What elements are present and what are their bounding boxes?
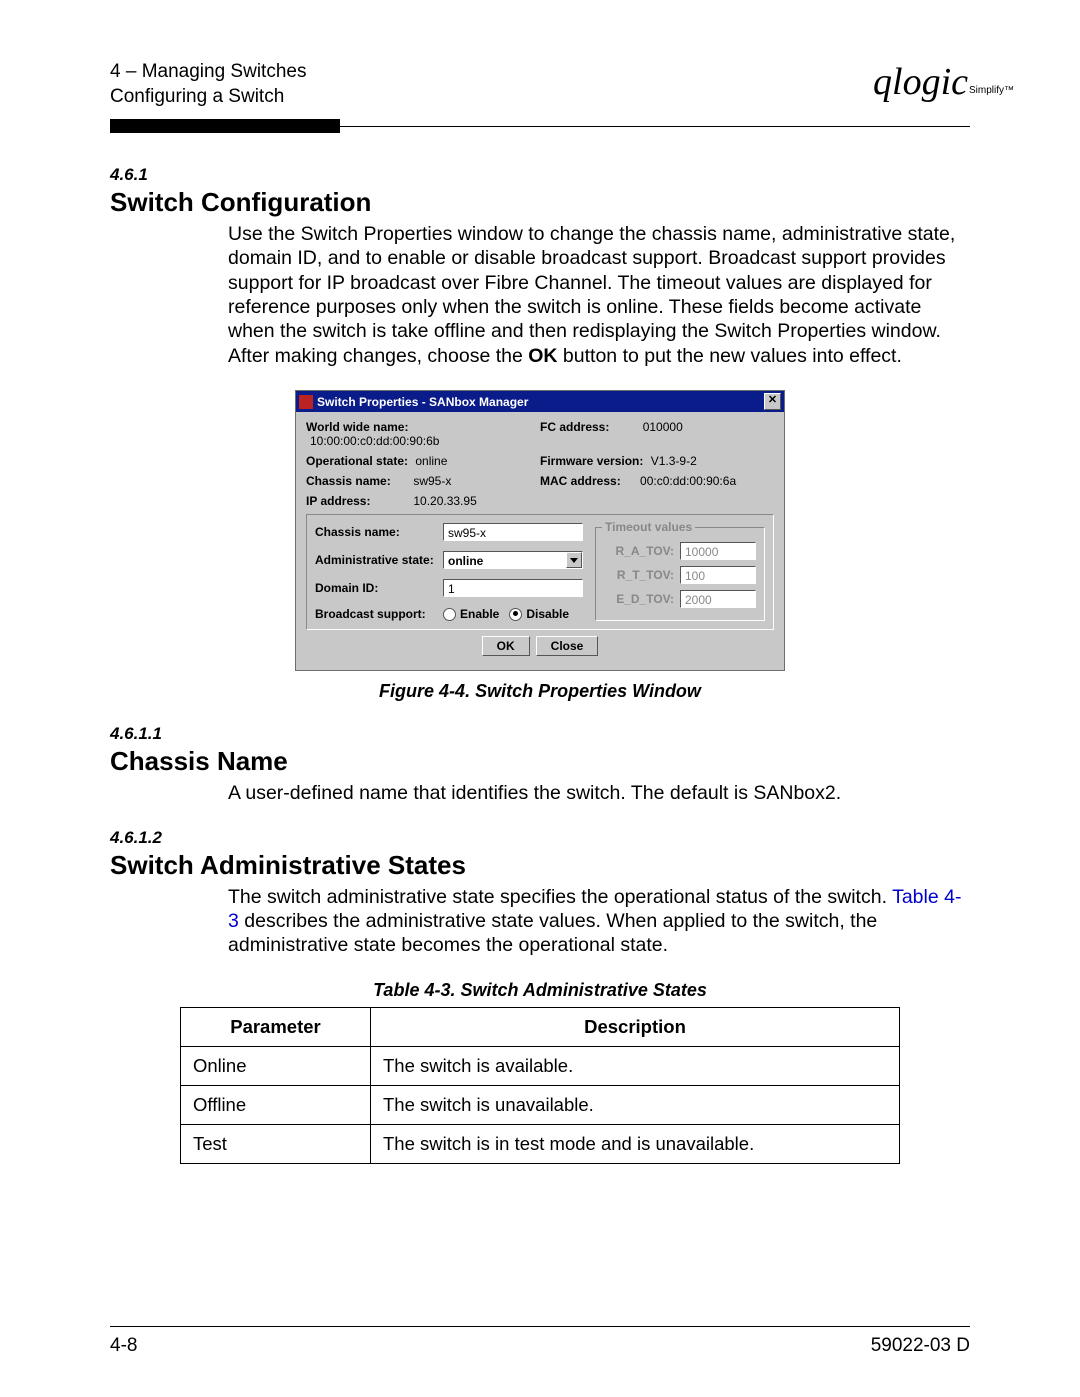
ok-button[interactable]: OK	[482, 636, 530, 656]
ed-tov-label: E_D_TOV:	[604, 592, 680, 606]
fc-value: 010000	[643, 420, 683, 434]
header-rule	[110, 126, 970, 127]
dialog-app-icon	[299, 395, 313, 409]
brand-logo: qlogic Simplify™	[873, 60, 970, 104]
bcast-enable-label: Enable	[460, 607, 499, 621]
header-line1: 4 – Managing Switches	[110, 60, 306, 85]
table-cell-desc: The switch is unavailable.	[371, 1085, 900, 1124]
form-admin-select[interactable]: online	[443, 551, 583, 569]
rt-tov-label: R_T_TOV:	[604, 568, 680, 582]
form-bcast-label: Broadcast support:	[315, 607, 443, 621]
bcast-disable-label: Disable	[526, 607, 569, 621]
chassis-value: sw95-x	[413, 474, 451, 488]
dialog-close-button[interactable]: ✕	[764, 393, 781, 410]
table-row: Online The switch is available.	[181, 1046, 900, 1085]
subsection1-number: 4.6.1.1	[110, 724, 970, 744]
section-para: Use the Switch Properties window to chan…	[228, 222, 970, 368]
fw-label: Firmware version:	[540, 454, 643, 468]
brand-logo-text: qlogic	[873, 61, 968, 103]
radio-icon	[443, 608, 456, 621]
form-panel: Chassis name: sw95-x Administrative stat…	[306, 514, 774, 630]
page-header: 4 – Managing Switches Configuring a Swit…	[110, 60, 970, 109]
table-cell-desc: The switch is in test mode and is unavai…	[371, 1124, 900, 1163]
form-chassis-label: Chassis name:	[315, 525, 443, 539]
timeout-legend: Timeout values	[602, 520, 695, 534]
form-domain-label: Domain ID:	[315, 581, 443, 595]
radio-selected-icon	[509, 608, 522, 621]
form-chassis-input[interactable]: sw95-x	[443, 523, 583, 541]
table-row: Offline The switch is unavailable.	[181, 1085, 900, 1124]
brand-logo-subtext: Simplify™	[969, 85, 1014, 96]
switch-properties-dialog: Switch Properties - SANbox Manager ✕ Wor…	[295, 390, 785, 671]
table-row: Test The switch is in test mode and is u…	[181, 1124, 900, 1163]
table-cell-param: Offline	[181, 1085, 371, 1124]
subsection2-text: The switch administrative state specifie…	[228, 885, 970, 958]
figure-caption: Figure 4-4. Switch Properties Window	[110, 681, 970, 702]
rt-tov-input[interactable]: 100	[680, 566, 756, 584]
section-para-b: button to put the new values into effect…	[558, 345, 902, 367]
subsection2-text-b: describes the administrative state value…	[228, 910, 877, 956]
table-cell-desc: The switch is available.	[371, 1046, 900, 1085]
header-text: 4 – Managing Switches Configuring a Swit…	[110, 60, 306, 109]
ip-value: 10.20.33.95	[413, 494, 476, 508]
subsection1-title: Chassis Name	[110, 746, 970, 777]
mac-label: MAC address:	[540, 474, 621, 488]
mac-value: 00:c0:dd:00:90:6a	[640, 474, 736, 488]
subsection2-title: Switch Administrative States	[110, 850, 970, 881]
dialog-titlebar: Switch Properties - SANbox Manager ✕	[296, 391, 784, 412]
fc-label: FC address:	[540, 420, 609, 434]
wwn-value: 10:00:00:c0:dd:00:90:6b	[310, 434, 439, 448]
subsection2-number: 4.6.1.2	[110, 828, 970, 848]
table-header-desc: Description	[371, 1007, 900, 1046]
footer-doc-id: 59022-03 D	[871, 1335, 970, 1357]
page-footer: 4-8 59022-03 D	[110, 1326, 970, 1357]
section-para-bold: OK	[528, 345, 557, 367]
ip-label: IP address:	[306, 494, 406, 508]
ed-tov-input[interactable]: 2000	[680, 590, 756, 608]
chassis-label: Chassis name:	[306, 474, 406, 488]
close-button[interactable]: Close	[536, 636, 599, 656]
chevron-down-icon[interactable]	[566, 552, 582, 568]
form-domain-input[interactable]: 1	[443, 579, 583, 597]
table-cell-param: Test	[181, 1124, 371, 1163]
ra-tov-input[interactable]: 10000	[680, 542, 756, 560]
table-header-row: Parameter Description	[181, 1007, 900, 1046]
admin-states-table: Parameter Description Online The switch …	[180, 1007, 900, 1164]
figure-dialog: Switch Properties - SANbox Manager ✕ Wor…	[295, 390, 785, 671]
fw-value: V1.3-9-2	[651, 454, 697, 468]
section-number: 4.6.1	[110, 165, 970, 185]
wwn-label: World wide name:	[306, 420, 408, 434]
footer-page-number: 4-8	[110, 1335, 137, 1357]
subsection2-text-a: The switch administrative state specifie…	[228, 886, 892, 908]
section-title: Switch Configuration	[110, 187, 970, 218]
table-header-param: Parameter	[181, 1007, 371, 1046]
header-line2: Configuring a Switch	[110, 85, 306, 110]
dialog-title-text: Switch Properties - SANbox Manager	[317, 395, 528, 409]
form-admin-label: Administrative state:	[315, 553, 443, 567]
bcast-disable-radio[interactable]: Disable	[509, 607, 569, 621]
table-cell-param: Online	[181, 1046, 371, 1085]
bcast-enable-radio[interactable]: Enable	[443, 607, 499, 621]
table-caption: Table 4-3. Switch Administrative States	[110, 980, 970, 1001]
timeout-group: Timeout values R_A_TOV: 10000 R_T_TOV: 1…	[595, 527, 765, 621]
ra-tov-label: R_A_TOV:	[604, 544, 680, 558]
opstate-value: online	[415, 454, 447, 468]
opstate-label: Operational state:	[306, 454, 408, 468]
subsection1-text: A user-defined name that identifies the …	[228, 781, 970, 805]
